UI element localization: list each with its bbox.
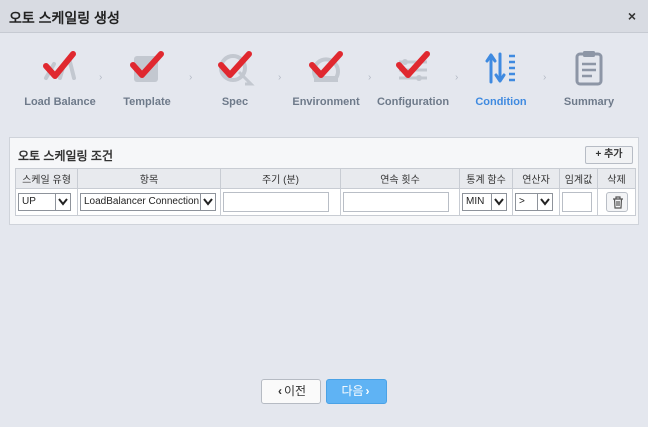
header-operator: 연산자	[512, 168, 560, 189]
condition-panel: 오토 스케일링 조건 + 추가 스케일 유형 항목 주기 (분) 연속 횟수 통…	[9, 137, 639, 225]
cell-scale-type: UP	[15, 188, 78, 216]
prev-label: 이전	[283, 384, 307, 398]
item-select[interactable]: LoadBalancer Connection	[80, 192, 216, 211]
chevron-down-icon	[491, 193, 506, 210]
condition-table: 스케일 유형 항목 주기 (분) 연속 횟수 통계 함수 연산자 임계값 삭제 …	[15, 168, 636, 216]
trash-icon[interactable]	[605, 192, 628, 212]
table-header-row: 스케일 유형 항목 주기 (분) 연속 횟수 통계 함수 연산자 임계값 삭제	[15, 168, 636, 189]
next-button[interactable]: 다음 ›	[326, 379, 387, 404]
stat-function-value: MIN	[466, 195, 485, 207]
operator-value: >	[519, 195, 525, 207]
prev-button[interactable]: ‹ 이전	[261, 379, 321, 404]
window-title: 오토 스케일링 생성	[9, 10, 120, 26]
header-threshold: 임계값	[559, 168, 598, 189]
step-summary: Summary	[541, 48, 637, 108]
header-stat-function: 통계 함수	[459, 168, 513, 189]
cell-delete	[597, 188, 636, 216]
period-input[interactable]	[223, 192, 329, 212]
chevron-down-icon	[200, 193, 215, 210]
stat-function-select[interactable]: MIN	[462, 192, 507, 211]
chevron-left-icon: ‹	[277, 384, 282, 398]
step-label: Condition	[475, 96, 527, 108]
step-environment: Environment	[278, 48, 374, 108]
add-button[interactable]: + 추가	[585, 146, 633, 164]
consecutive-input[interactable]	[343, 192, 449, 212]
spec-icon	[215, 48, 255, 88]
operator-select[interactable]: >	[515, 192, 553, 211]
step-label: Template	[123, 96, 171, 108]
close-icon[interactable]: ×	[628, 8, 636, 24]
header-consecutive: 연속 횟수	[340, 168, 460, 189]
load-balance-icon	[40, 48, 80, 88]
cell-threshold	[559, 188, 598, 216]
step-label: Spec	[221, 96, 249, 108]
wizard-steps: Load Balance › Template › Spec › Environ…	[0, 48, 648, 120]
header-delete: 삭제	[597, 168, 636, 189]
summary-icon	[569, 48, 609, 88]
step-spec: Spec	[187, 48, 283, 108]
item-value: LoadBalancer Connection	[84, 195, 200, 207]
step-condition: Condition	[453, 48, 549, 108]
environment-icon	[306, 48, 346, 88]
step-label: Summary	[563, 96, 615, 108]
step-label: Environment	[292, 96, 360, 108]
cell-item: LoadBalancer Connection	[77, 188, 221, 216]
condition-icon	[481, 48, 521, 88]
title-bar: 오토 스케일링 생성 ×	[0, 0, 648, 33]
scale-type-value: UP	[22, 195, 36, 207]
step-label: Configuration	[376, 96, 450, 108]
scale-type-select[interactable]: UP	[18, 192, 71, 211]
step-configuration: Configuration	[365, 48, 461, 108]
cell-stat-function: MIN	[459, 188, 513, 216]
header-scale-type: 스케일 유형	[15, 168, 78, 189]
table-row: UP LoadBalancer Connection MIN >	[15, 188, 636, 216]
step-label: Load Balance	[24, 96, 96, 108]
panel-title: 오토 스케일링 조건	[18, 149, 113, 163]
cell-period	[220, 188, 341, 216]
chevron-down-icon	[55, 193, 70, 210]
step-template: Template	[99, 48, 195, 108]
cell-operator: >	[512, 188, 560, 216]
chevron-down-icon	[537, 193, 552, 210]
header-item: 항목	[77, 168, 221, 189]
cell-consecutive	[340, 188, 460, 216]
header-period: 주기 (분)	[220, 168, 341, 189]
threshold-input[interactable]	[562, 192, 592, 212]
chevron-right-icon: ›	[365, 384, 370, 398]
configuration-icon	[393, 48, 433, 88]
step-load-balance: Load Balance	[12, 48, 108, 108]
template-icon	[127, 48, 167, 88]
next-label: 다음	[341, 384, 364, 398]
